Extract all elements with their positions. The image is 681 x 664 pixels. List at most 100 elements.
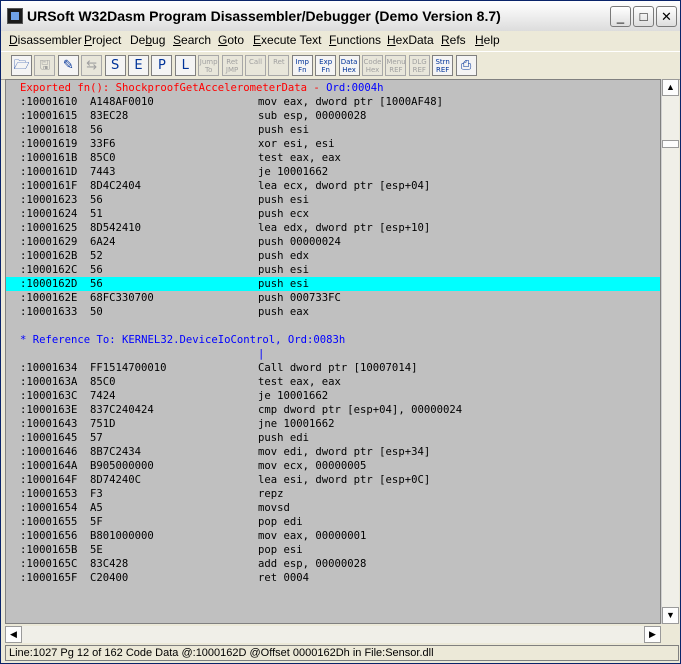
line-opcode-bytes: 68FC330700 xyxy=(90,292,154,304)
horizontal-scrollbar[interactable]: ◀ ▶ xyxy=(5,626,661,643)
goto-location-button[interactable]: L xyxy=(174,55,196,76)
code-line[interactable]: :1000164F 8D74240C lea esi, dword ptr [esp… xyxy=(6,473,660,487)
maximize-button[interactable]: □ xyxy=(633,6,654,27)
return-call-button[interactable]: Ret xyxy=(268,55,290,76)
code-line[interactable]: :10001646 8B7C2434 mov edi, dword ptr [esp… xyxy=(6,445,660,459)
code-line[interactable]: :10001645 57 push edi xyxy=(6,431,660,445)
menu-functions[interactable]: Functions xyxy=(329,33,381,47)
code-line[interactable]: :10001610 A148AF0010 mov eax, dword ptr [1… xyxy=(6,95,660,109)
line-address: :1000165C xyxy=(20,558,78,570)
menu-ref-button[interactable]: Menu REF xyxy=(385,55,407,76)
code-line[interactable]: :1000162C 56 push esi xyxy=(6,263,660,277)
code-line[interactable]: :10001624 51 push ecx xyxy=(6,207,660,221)
menu-disassembler[interactable]: Disassembler xyxy=(9,33,82,47)
code-line[interactable]: :1000161F 8D4C2404 lea ecx, dword ptr [esp… xyxy=(6,179,660,193)
code-line[interactable]: :10001625 8D542410 lea edx, dword ptr [esp… xyxy=(6,221,660,235)
menu-execute-text[interactable]: Execute Text xyxy=(253,33,322,47)
title-bar[interactable]: URSoft W32Dasm Program Disassembler/Debu… xyxy=(1,1,680,32)
disassembly-listing[interactable]: Exported fn(): ShockproofGetAcceleromete… xyxy=(5,79,661,624)
code-line[interactable]: :10001619 33F6 xor esi, esi xyxy=(6,137,660,151)
menu-refs[interactable]: Refs xyxy=(441,33,466,47)
line-address: :10001619 xyxy=(20,138,78,150)
font-button[interactable]: ✎ xyxy=(57,55,79,76)
line-opcode-bytes: B801000000 xyxy=(90,530,154,542)
code-line[interactable]: :1000165C 83C428 add esp, 00000028 xyxy=(6,557,660,571)
toolbar-button-sublabel: JMP xyxy=(225,66,239,74)
reference-pointer-line[interactable]: | xyxy=(6,347,660,361)
code-line[interactable]: :1000165F C20400 ret 0004 xyxy=(6,571,660,585)
scroll-right-button[interactable]: ▶ xyxy=(644,626,661,643)
code-line[interactable]: :10001654 A5 movsd xyxy=(6,501,660,515)
line-address: :10001618 xyxy=(20,124,78,136)
dialog-ref-icon: DLG xyxy=(411,58,427,66)
jump-code-button[interactable]: ⇆ xyxy=(81,55,103,76)
code-line[interactable]: :10001623 56 push esi xyxy=(6,193,660,207)
goto-page-button[interactable]: P xyxy=(151,55,173,76)
hex-data-button[interactable]: Data Hex xyxy=(338,55,360,76)
goto-entry-point-button[interactable]: E xyxy=(128,55,149,76)
dialog-ref-button[interactable]: DLG REF xyxy=(408,55,430,76)
app-icon[interactable] xyxy=(7,8,23,24)
line-instruction: mov eax, dword ptr [1000AF48] xyxy=(258,96,443,108)
line-instruction: cmp dword ptr [esp+04], 00000024 xyxy=(258,404,463,416)
code-line[interactable]: :1000162B 52 push edx xyxy=(6,249,660,263)
exported-function-line[interactable]: Exported fn(): ShockproofGetAcceleromete… xyxy=(6,81,660,95)
code-line[interactable]: :1000163C 7424 je 10001662 xyxy=(6,389,660,403)
line-instruction: push esi xyxy=(258,264,310,276)
vertical-scrollbar[interactable]: ▲ ▼ xyxy=(661,79,679,624)
import-reference-line[interactable]: * Reference To: KERNEL32.DeviceIoControl… xyxy=(6,333,660,347)
import-reference-text: * Reference To: KERNEL32.DeviceIoControl… xyxy=(20,334,346,346)
string-ref-button[interactable]: Strn REF xyxy=(432,55,454,76)
line-opcode-bytes: A5 xyxy=(90,502,103,514)
menu-debug[interactable]: Debug xyxy=(130,33,165,47)
menu-search[interactable]: Search xyxy=(173,33,211,47)
exports-button[interactable]: Exp Fn xyxy=(315,55,337,76)
hex-code-icon: Code xyxy=(363,58,382,66)
code-line[interactable]: :1000165B 5E pop esi xyxy=(6,543,660,557)
jump-to-button[interactable]: Jump To xyxy=(198,55,220,76)
minimize-button[interactable]: _ xyxy=(610,6,631,27)
selected-code-line[interactable]: :1000162D 56 push esi xyxy=(6,277,660,291)
code-line[interactable]: :10001656 B801000000 mov eax, 00000001 xyxy=(6,529,660,543)
call-button[interactable]: Call xyxy=(245,55,266,76)
scroll-down-button[interactable]: ▼ xyxy=(662,607,679,624)
status-bar: Line:1027 Pg 12 of 162 Code Data @:10001… xyxy=(5,645,679,661)
menu-goto[interactable]: Goto xyxy=(218,33,244,47)
line-instruction: test eax, eax xyxy=(258,376,341,388)
code-line[interactable]: :1000162E 68FC330700 push 000733FC xyxy=(6,291,660,305)
code-line[interactable]: :1000163E 837C240424 cmp dword ptr [esp+04… xyxy=(6,403,660,417)
code-line[interactable]: :10001634 FF1514700010 Call dword ptr [100… xyxy=(6,361,660,375)
code-line[interactable]: :10001618 56 push esi xyxy=(6,123,660,137)
font-icon: ✎ xyxy=(62,58,74,73)
code-line[interactable]: :1000164A B905000000 mov ecx, 00000005 xyxy=(6,459,660,473)
print-button[interactable]: ⎙ xyxy=(455,55,477,76)
menu-help[interactable]: Help xyxy=(475,33,500,47)
code-line[interactable]: :1000161B 85C0 test eax, eax xyxy=(6,151,660,165)
return-jump-icon: Ret xyxy=(226,58,238,66)
scroll-up-button[interactable]: ▲ xyxy=(662,79,679,96)
hex-code-button[interactable]: Code Hex xyxy=(362,55,383,76)
menu-hexdata[interactable]: HexData xyxy=(387,33,434,47)
code-line[interactable]: :10001643 751D jne 10001662 xyxy=(6,417,660,431)
code-line[interactable]: :10001629 6A24 push 00000024 xyxy=(6,235,660,249)
line-instruction: push eax xyxy=(258,306,310,318)
goto-start-button[interactable]: S xyxy=(104,55,126,76)
scroll-thumb[interactable] xyxy=(662,140,679,149)
close-button[interactable]: ✕ xyxy=(656,6,677,27)
return-jump-button[interactable]: Ret JMP xyxy=(221,55,243,76)
goto-location-icon: L xyxy=(181,58,189,73)
code-line[interactable]: :10001633 50 push eax xyxy=(6,305,660,319)
code-line[interactable]: :1000163A 85C0 test eax, eax xyxy=(6,375,660,389)
line-address: :1000161F xyxy=(20,180,78,192)
scroll-left-button[interactable]: ◀ xyxy=(5,626,22,643)
open-file-button[interactable]: 🗁 xyxy=(11,55,32,76)
code-line[interactable]: :10001615 83EC28 sub esp, 00000028 xyxy=(6,109,660,123)
code-line[interactable]: :1000161D 7443 je 10001662 xyxy=(6,165,660,179)
line-instruction: push 000733FC xyxy=(258,292,341,304)
menu-project[interactable]: Project xyxy=(84,33,121,47)
jump-to-icon: Jump xyxy=(199,58,218,66)
save-button[interactable]: 🖫 xyxy=(34,55,56,76)
code-line[interactable]: :10001655 5F pop edi xyxy=(6,515,660,529)
imports-button[interactable]: Imp Fn xyxy=(291,55,313,76)
code-line[interactable]: :10001653 F3 repz xyxy=(6,487,660,501)
